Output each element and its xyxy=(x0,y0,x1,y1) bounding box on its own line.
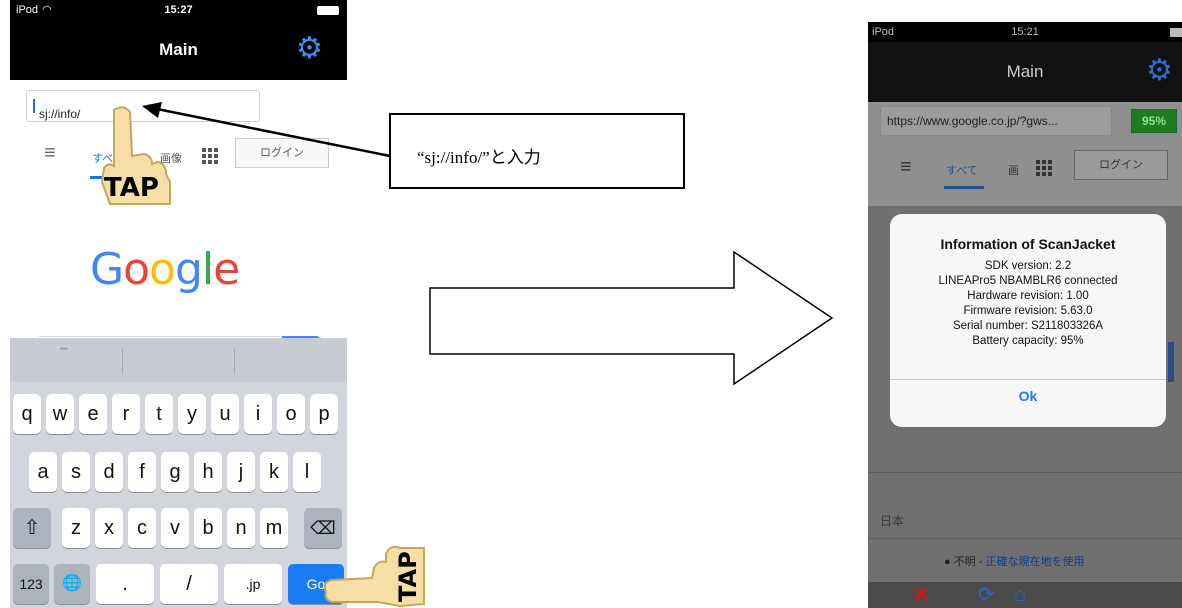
key-n[interactable]: n xyxy=(227,508,255,548)
callout-text: “sj://info/”と入力 xyxy=(417,148,541,167)
key-a[interactable]: a xyxy=(29,452,57,492)
region-label: 日本 xyxy=(880,514,905,528)
use-precise-location-link[interactable]: 正確な現在地を使用 xyxy=(985,556,1084,568)
refresh-icon[interactable]: ⟳ xyxy=(978,582,995,608)
key-slash[interactable]: / xyxy=(160,564,218,604)
shift-key[interactable]: ⇧ xyxy=(13,508,51,548)
nav-bar: Main ⚙ xyxy=(868,42,1182,102)
text-cursor xyxy=(33,99,35,113)
tap-label-1: TAP xyxy=(104,173,159,203)
key-c[interactable]: c xyxy=(128,508,156,548)
key-g[interactable]: g xyxy=(161,452,189,492)
location-status: ● 不明 - 正確な現在地を使用 xyxy=(944,553,1084,569)
google-logo: Google xyxy=(90,244,240,295)
battery-icon xyxy=(1170,28,1182,37)
tap-hand-go-icon: TAP xyxy=(323,545,425,608)
key-h[interactable]: h xyxy=(194,452,222,492)
key-o[interactable]: o xyxy=(277,394,305,434)
key-u[interactable]: u xyxy=(211,394,239,434)
login-button[interactable]: ログイン xyxy=(1074,150,1168,180)
scroll-indicator xyxy=(1168,342,1174,382)
key-s[interactable]: s xyxy=(62,452,90,492)
apps-grid-icon[interactable] xyxy=(1036,160,1052,176)
key-q[interactable]: q xyxy=(13,394,41,434)
key-m[interactable]: m xyxy=(260,508,288,548)
key-v[interactable]: v xyxy=(161,508,189,548)
url-input-text: sj://info/ xyxy=(39,107,81,121)
key-z[interactable]: z xyxy=(62,508,90,548)
ok-button[interactable]: Ok xyxy=(890,388,1166,404)
status-bar: iPod 15:21 xyxy=(868,22,1182,42)
home-icon[interactable]: ⌂ xyxy=(1014,582,1026,608)
right-phone-screen: iPod 15:21 Main ⚙ https://www.google.co.… xyxy=(868,22,1182,608)
transition-arrow xyxy=(429,250,834,386)
key-jp[interactable]: .jp xyxy=(224,564,282,604)
nav-title: Main xyxy=(1006,62,1044,81)
key-r[interactable]: r xyxy=(112,394,140,434)
key-l[interactable]: l xyxy=(293,452,321,492)
gear-icon[interactable]: ⚙ xyxy=(296,34,323,64)
battery-badge: 95% xyxy=(1131,109,1177,133)
status-time: 15:27 xyxy=(164,4,193,16)
keyboard: "" q w e r t y u i o p a s d f g h j k l… xyxy=(10,338,347,608)
left-phone-screen: iPod ◠ 15:27 Main ⚙ sj://info/ ≡ すべ 画像 ロ… xyxy=(10,0,347,608)
dialog-line-serial: Serial number: S211803326A xyxy=(952,320,1104,332)
bottom-toolbar: ✕ ⟳ ⌂ xyxy=(868,582,1182,608)
info-dialog: Information of ScanJacket SDK version: 2… xyxy=(890,214,1166,427)
key-dot[interactable]: . xyxy=(96,564,154,604)
status-time: 15:21 xyxy=(1011,26,1039,38)
tab-all[interactable]: すべて xyxy=(946,162,978,178)
dialog-line-firmware: Firmware revision: 5.63.0 xyxy=(963,305,1093,317)
key-i[interactable]: i xyxy=(244,394,272,434)
menu-icon[interactable]: ≡ xyxy=(44,142,56,165)
instruction-callout: “sj://info/”と入力 xyxy=(389,113,685,189)
tab-all-underline xyxy=(944,186,984,189)
dialog-line-device: LINEAPro5 NBAMBLR6 connected xyxy=(938,275,1118,287)
key-d[interactable]: d xyxy=(95,452,123,492)
dialog-title: Information of ScanJacket xyxy=(940,236,1116,252)
status-bar: iPod ◠ 15:27 xyxy=(10,0,347,20)
key-f[interactable]: f xyxy=(128,452,156,492)
numbers-key[interactable]: 123 xyxy=(13,564,49,604)
close-icon[interactable]: ✕ xyxy=(912,582,930,608)
tab-images[interactable]: 画 xyxy=(1008,162,1019,178)
key-e[interactable]: e xyxy=(79,394,107,434)
url-input-text: https://www.google.co.jp/?gws... xyxy=(887,114,1058,128)
dialog-line-hardware: Hardware revision: 1.00 xyxy=(967,290,1089,302)
nav-bar: Main ⚙ xyxy=(10,20,347,80)
location-prefix: ● 不明 - xyxy=(944,556,986,568)
pointer-arrow xyxy=(142,102,391,158)
suggestion-bar: "" xyxy=(10,338,347,382)
key-k[interactable]: k xyxy=(260,452,288,492)
key-t[interactable]: t xyxy=(145,394,173,434)
suggestion-item[interactable]: "" xyxy=(60,346,68,358)
menu-icon[interactable]: ≡ xyxy=(900,156,912,179)
battery-icon xyxy=(317,6,339,15)
key-p[interactable]: p xyxy=(310,394,338,434)
key-x[interactable]: x xyxy=(95,508,123,548)
tap-label-2: TAP xyxy=(394,551,422,602)
key-w[interactable]: w xyxy=(46,394,74,434)
dialog-line-battery: Battery capacity: 95% xyxy=(972,335,1084,347)
key-b[interactable]: b xyxy=(194,508,222,548)
gear-icon[interactable]: ⚙ xyxy=(1146,56,1173,86)
key-y[interactable]: y xyxy=(178,394,206,434)
dialog-line-sdk: SDK version: 2.2 xyxy=(984,260,1072,272)
key-j[interactable]: j xyxy=(227,452,255,492)
url-input[interactable]: https://www.google.co.jp/?gws... xyxy=(880,106,1112,136)
globe-icon[interactable]: 🌐 xyxy=(54,564,90,604)
